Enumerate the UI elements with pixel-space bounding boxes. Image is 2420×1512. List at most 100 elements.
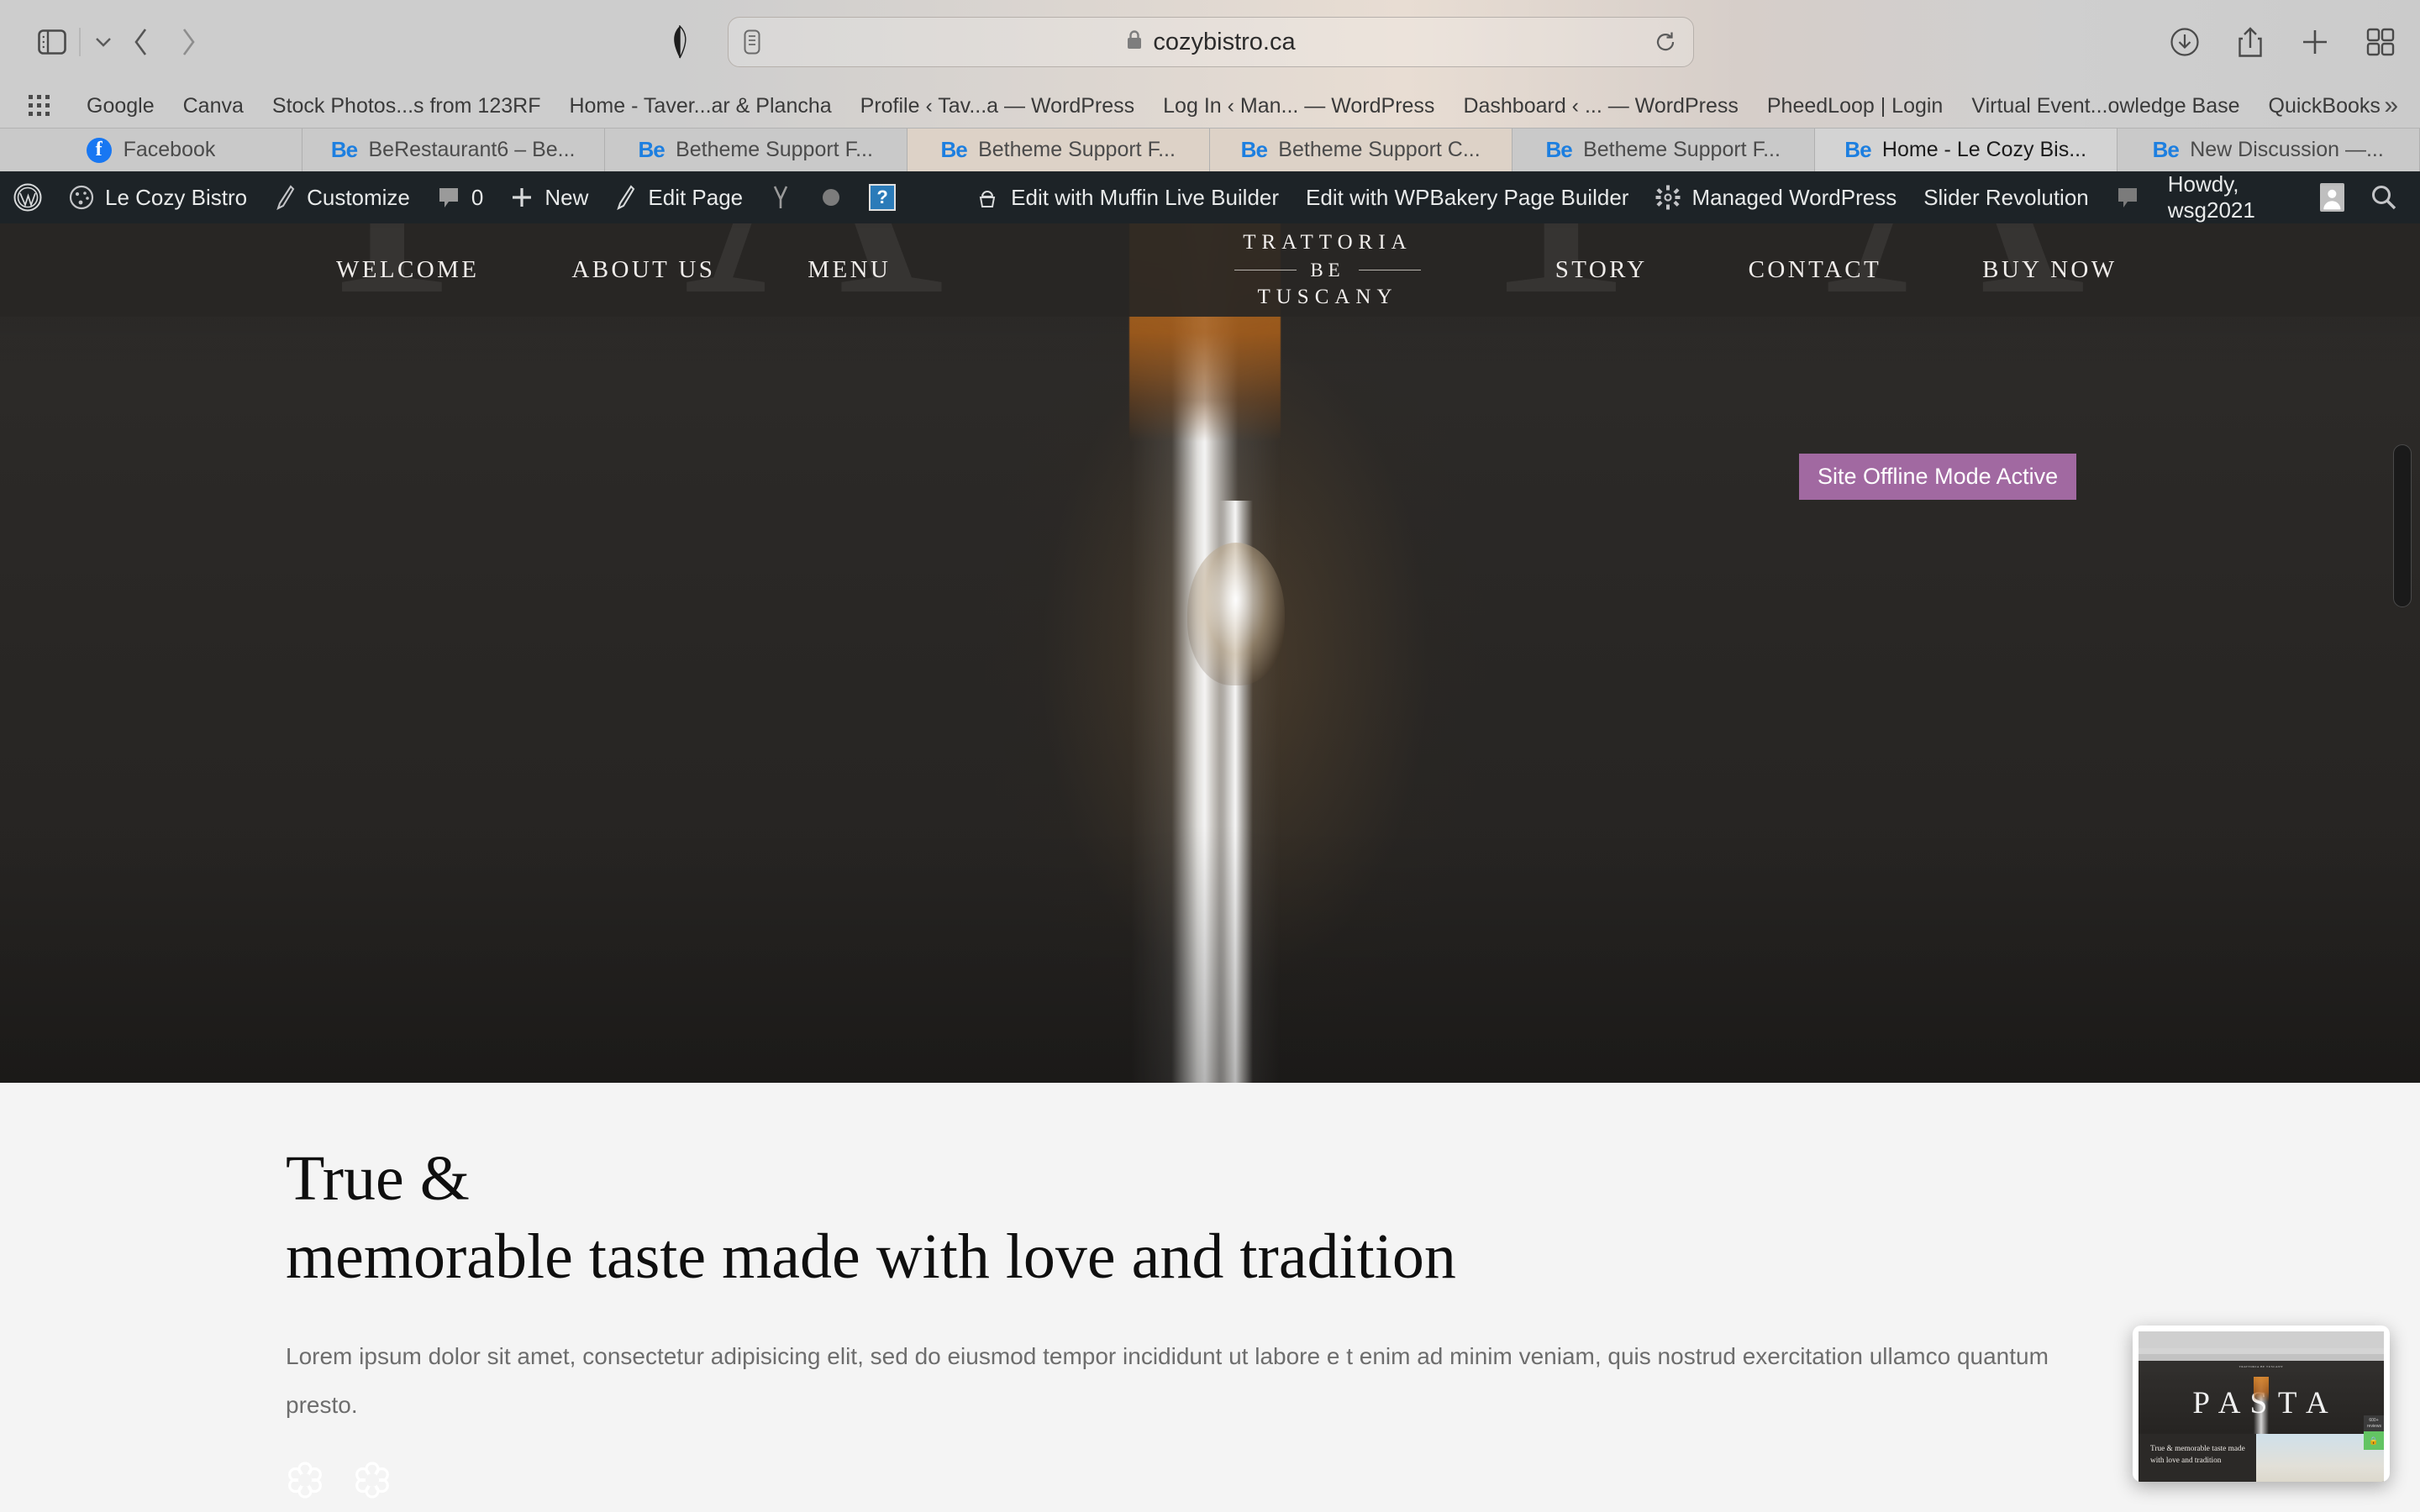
- gear-icon: [1655, 185, 1681, 210]
- michelin-stars-group: [286, 1461, 2420, 1499]
- share-icon[interactable]: [2237, 26, 2264, 58]
- fork-head-highlight: [1187, 543, 1285, 685]
- url-text: cozybistro.ca: [1153, 28, 1296, 55]
- bookmark-profile-wordpress[interactable]: Profile ‹ Tav...a — WordPress: [846, 94, 1150, 118]
- wordpress-admin-bar: Le Cozy Bistro Customize 0 New Edit Page: [0, 171, 2420, 223]
- nav-link-story[interactable]: STORY: [1555, 256, 1648, 284]
- nav-link-welcome[interactable]: WELCOME: [336, 256, 479, 284]
- nav-link-menu[interactable]: MENU: [808, 256, 891, 284]
- status-dot-icon: [820, 186, 842, 208]
- adminbar-slider-revolution[interactable]: Slider Revolution: [1910, 171, 2102, 223]
- bookmark-stock-photos[interactable]: Stock Photos...s from 123RF: [258, 94, 555, 118]
- privacy-shield-icon[interactable]: [669, 25, 691, 59]
- plus-new-tab-icon[interactable]: [2301, 28, 2329, 56]
- chevron-down-icon[interactable]: [89, 37, 118, 48]
- address-bar-container: cozybistro.ca: [728, 17, 1694, 67]
- reader-view-icon[interactable]: [744, 29, 760, 55]
- yoast-seo-icon: [770, 184, 793, 211]
- tab-betheme-support-2[interactable]: Be Betheme Support F...: [908, 129, 1210, 171]
- tab-label: Betheme Support C...: [1278, 138, 1481, 161]
- apps-grid-icon[interactable]: [29, 95, 50, 117]
- intro-section: True & memorable taste made with love an…: [0, 1083, 2420, 1512]
- bookmark-google[interactable]: Google: [72, 94, 169, 118]
- facebook-icon: f: [86, 137, 112, 163]
- lock-icon: [1126, 29, 1143, 56]
- tab-betheme-support-4[interactable]: Be Betheme Support F...: [1512, 129, 1815, 171]
- sidebar-toggle-icon[interactable]: [30, 25, 74, 59]
- site-dashboard-icon: [69, 185, 94, 210]
- intro-paragraph: Lorem ipsum dolor sit amet, consectetur …: [286, 1343, 2049, 1418]
- help-question-icon: ?: [869, 184, 897, 211]
- site-navigation: WELCOME ABOUT US MENU TRATTORIA BE TUSCA…: [0, 223, 2420, 317]
- url-display[interactable]: cozybistro.ca: [729, 29, 1693, 56]
- pip-fork-image: [2254, 1377, 2269, 1434]
- tab-betheme-support-3[interactable]: Be Betheme Support C...: [1210, 129, 1512, 171]
- pip-badges: 600+ reviews 🔒: [2364, 1415, 2384, 1450]
- adminbar-edit-page[interactable]: Edit Page: [602, 171, 756, 223]
- tab-betheme-support-1[interactable]: Be Betheme Support F...: [605, 129, 908, 171]
- toolbar-right-actions: [2170, 26, 2395, 58]
- adminbar-notifications[interactable]: [2102, 186, 2153, 209]
- back-arrow-icon[interactable]: [118, 28, 165, 56]
- pip-tab-strip: [2139, 1354, 2384, 1361]
- toolbar-divider: [79, 28, 81, 56]
- bookmarks-bar: Google Canva Stock Photos...s from 123RF…: [0, 84, 2420, 128]
- bookmark-quickbooks[interactable]: QuickBooks: [2254, 94, 2395, 118]
- adminbar-help[interactable]: ?: [855, 171, 909, 223]
- forward-arrow-icon[interactable]: [165, 28, 212, 56]
- slider-revolution-label: Slider Revolution: [1923, 184, 2089, 210]
- tab-overview-icon[interactable]: [2366, 28, 2395, 56]
- adminbar-status-dot[interactable]: [807, 171, 855, 223]
- nav-left-group: WELCOME ABOUT US MENU: [0, 256, 1201, 284]
- nav-right-group: STORY CONTACT BUY NOW: [1455, 256, 2420, 284]
- status-badge: Site Offline Mode Active: [1799, 454, 2077, 500]
- avatar: [2320, 183, 2344, 212]
- nav-link-contact[interactable]: CONTACT: [1749, 256, 1881, 284]
- pip-bookmarks-bar: [2139, 1348, 2384, 1354]
- pip-hero: P A S T A: [2139, 1372, 2384, 1434]
- bookmark-dashboard-wordpress[interactable]: Dashboard ‹ ... — WordPress: [1449, 94, 1752, 118]
- tab-label: Betheme Support F...: [676, 138, 873, 161]
- search-icon[interactable]: [2360, 183, 2398, 212]
- tab-home-le-cozy-bistro[interactable]: Be Home - Le Cozy Bis...: [1815, 129, 2118, 171]
- adminbar-managed-wordpress[interactable]: Managed WordPress: [1642, 171, 1910, 223]
- browser-chrome: cozybistro.ca Google Canva Stock Photos.…: [0, 0, 2420, 171]
- muffin-icon: [975, 185, 1000, 210]
- pip-caption: True & memorable taste made with love an…: [2139, 1434, 2257, 1482]
- bookmark-canva[interactable]: Canva: [169, 94, 258, 118]
- managed-wordpress-label: Managed WordPress: [1691, 184, 1897, 210]
- bookmarks-overflow-icon[interactable]: »: [2384, 92, 2398, 120]
- comments-count: 0: [471, 184, 484, 210]
- bookmark-virtual-event[interactable]: Virtual Event...owledge Base: [1957, 94, 2254, 118]
- adminbar-my-account[interactable]: Howdy, wsg2021: [2153, 171, 2360, 223]
- adminbar-comments[interactable]: 0: [424, 171, 497, 223]
- adminbar-wordpress-logo[interactable]: [0, 171, 55, 223]
- download-icon[interactable]: [2170, 27, 2200, 57]
- tab-berestaurant6[interactable]: Be BeRestaurant6 – Be...: [302, 129, 605, 171]
- page-scrollbar[interactable]: [2393, 444, 2412, 607]
- pip-bottom-row: True & memorable taste made with love an…: [2139, 1415, 2384, 1482]
- bookmark-pheedloop[interactable]: PheedLoop | Login: [1753, 94, 1957, 118]
- reload-icon[interactable]: [1655, 31, 1676, 53]
- muffin-builder-label: Edit with Muffin Live Builder: [1011, 184, 1280, 210]
- adminbar-muffin-builder[interactable]: Edit with Muffin Live Builder: [961, 171, 1292, 223]
- tab-facebook[interactable]: f Facebook: [0, 129, 302, 171]
- picture-in-picture-preview[interactable]: TRATTORIA BE TUSCANY P A S T A True & me…: [2133, 1326, 2390, 1482]
- bookmark-home-taverna[interactable]: Home - Taver...ar & Plancha: [555, 94, 845, 118]
- be-icon: Be: [2152, 137, 2180, 162]
- nav-link-about-us[interactable]: ABOUT US: [571, 256, 715, 284]
- tab-new-discussion[interactable]: Be New Discussion —...: [2118, 129, 2420, 171]
- adminbar-site-name[interactable]: Le Cozy Bistro: [55, 171, 260, 223]
- nav-link-buy-now[interactable]: BUY NOW: [1982, 256, 2117, 284]
- site-logo[interactable]: TRATTORIA BE TUSCANY: [1201, 228, 1454, 312]
- adminbar-yoast[interactable]: [756, 171, 807, 223]
- adminbar-new[interactable]: New: [497, 171, 602, 223]
- bookmark-login-wordpress[interactable]: Log In ‹ Man... — WordPress: [1149, 94, 1449, 118]
- adminbar-customize[interactable]: Customize: [260, 171, 424, 223]
- browser-toolbar: cozybistro.ca: [0, 0, 2420, 84]
- adminbar-wpbakery-builder[interactable]: Edit with WPBakery Page Builder: [1292, 171, 1642, 223]
- address-bar[interactable]: cozybistro.ca: [728, 17, 1694, 67]
- be-icon: Be: [1545, 137, 1572, 162]
- hero-section: P A S T A WELCOME ABOUT US MENU TRATTORI…: [0, 223, 2420, 1083]
- brand-line-1: TRATTORIA: [1243, 231, 1413, 255]
